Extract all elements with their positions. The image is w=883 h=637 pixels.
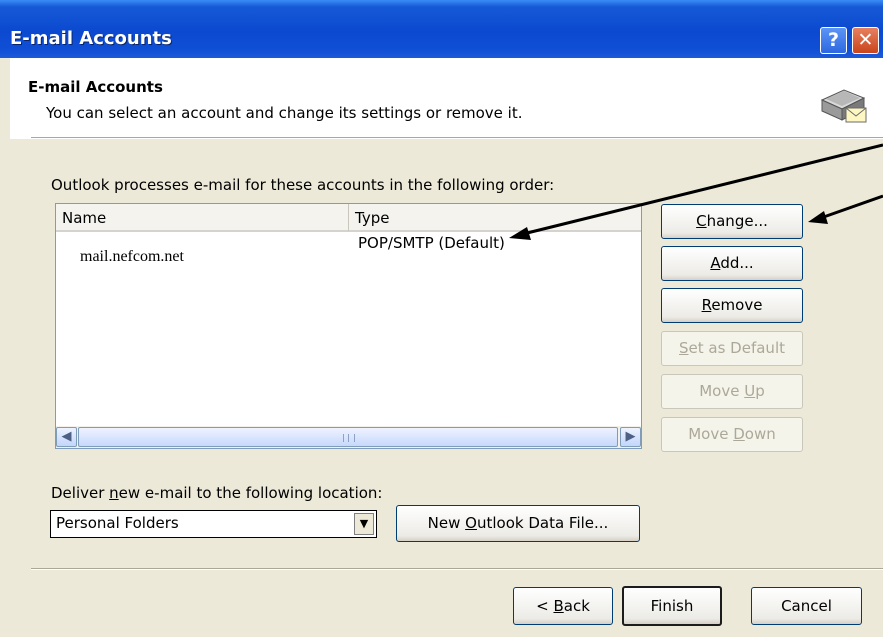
- callout-arrow-change: [817, 194, 883, 221]
- accounts-list[interactable]: Name Type mail.nefcom.net POP/SMTP (Defa…: [55, 203, 642, 449]
- title-bar[interactable]: E-mail Accounts ? ✕: [0, 0, 883, 58]
- new-file-label-post: utlook Data File...: [476, 514, 609, 532]
- column-header-name[interactable]: Name: [56, 204, 349, 232]
- deliver-label-post: ew e-mail to the following location:: [118, 484, 383, 502]
- help-button[interactable]: ?: [820, 27, 847, 54]
- back-label-pre: <: [536, 597, 554, 615]
- horizontal-scrollbar[interactable]: ◀ ▶: [56, 426, 641, 448]
- email-accounts-dialog: E-mail Accounts ? ✕ E-mail Accounts You …: [0, 0, 883, 637]
- remove-label-post: emove: [711, 296, 763, 314]
- header-panel: E-mail Accounts You can select an accoun…: [10, 58, 883, 139]
- scroll-left-icon[interactable]: ◀: [56, 427, 77, 447]
- new-file-label-key: O: [465, 514, 477, 532]
- header-divider: [31, 137, 883, 139]
- add-button[interactable]: Add...: [661, 246, 803, 281]
- new-outlook-data-file-button[interactable]: New Outlook Data File...: [396, 505, 640, 542]
- back-button[interactable]: < Back: [513, 587, 613, 625]
- move-down-label-post: own: [744, 425, 776, 443]
- new-file-label-pre: New: [427, 514, 466, 532]
- change-label-post: hange...: [706, 212, 768, 230]
- accounts-intro-label: Outlook processes e-mail for these accou…: [51, 176, 555, 194]
- account-name-cell[interactable]: mail.nefcom.net: [80, 248, 184, 266]
- move-down-button[interactable]: Move Down: [661, 417, 803, 452]
- set-default-label-post: et as Default: [688, 339, 785, 357]
- delivery-location-value: Personal Folders: [56, 514, 179, 532]
- scroll-right-icon[interactable]: ▶: [620, 427, 641, 447]
- deliver-label-key: n: [109, 484, 119, 502]
- change-button[interactable]: Change...: [661, 204, 803, 239]
- account-type-cell[interactable]: POP/SMTP (Default): [358, 234, 505, 252]
- remove-button[interactable]: Remove: [661, 288, 803, 323]
- footer-divider: [31, 568, 883, 570]
- add-label-post: dd...: [720, 254, 754, 272]
- move-up-button[interactable]: Move Up: [661, 374, 803, 409]
- set-as-default-button[interactable]: Set as Default: [661, 331, 803, 366]
- scroll-thumb[interactable]: [78, 427, 618, 447]
- back-label-post: ack: [563, 597, 590, 615]
- close-button[interactable]: ✕: [852, 27, 879, 54]
- move-down-label-pre: Move: [688, 425, 734, 443]
- move-up-label-pre: Move: [699, 382, 745, 400]
- column-header-type[interactable]: Type: [349, 204, 641, 232]
- add-label-key: A: [710, 254, 721, 272]
- remove-label-key: R: [701, 296, 712, 314]
- finish-button[interactable]: Finish: [622, 586, 722, 626]
- back-label-key: B: [553, 597, 564, 615]
- move-down-label-key: D: [733, 425, 745, 443]
- header-title: E-mail Accounts: [28, 78, 163, 96]
- delivery-location-select[interactable]: Personal Folders ▼: [50, 510, 377, 538]
- set-default-label-key: S: [679, 339, 689, 357]
- change-label-key: C: [696, 212, 707, 230]
- email-accounts-icon: [820, 89, 867, 123]
- cancel-button[interactable]: Cancel: [751, 587, 862, 625]
- header-subtitle: You can select an account and change its…: [46, 104, 523, 122]
- move-up-label-key: U: [744, 382, 756, 400]
- callout-arrowhead-change: [808, 211, 828, 224]
- move-up-label-post: p: [755, 382, 765, 400]
- chevron-down-icon[interactable]: ▼: [354, 513, 374, 535]
- scroll-grip-icon: [343, 434, 355, 442]
- window-title: E-mail Accounts: [10, 28, 172, 49]
- deliver-label-pre: Deliver: [51, 484, 110, 502]
- deliver-location-label: Deliver new e-mail to the following loca…: [51, 484, 382, 502]
